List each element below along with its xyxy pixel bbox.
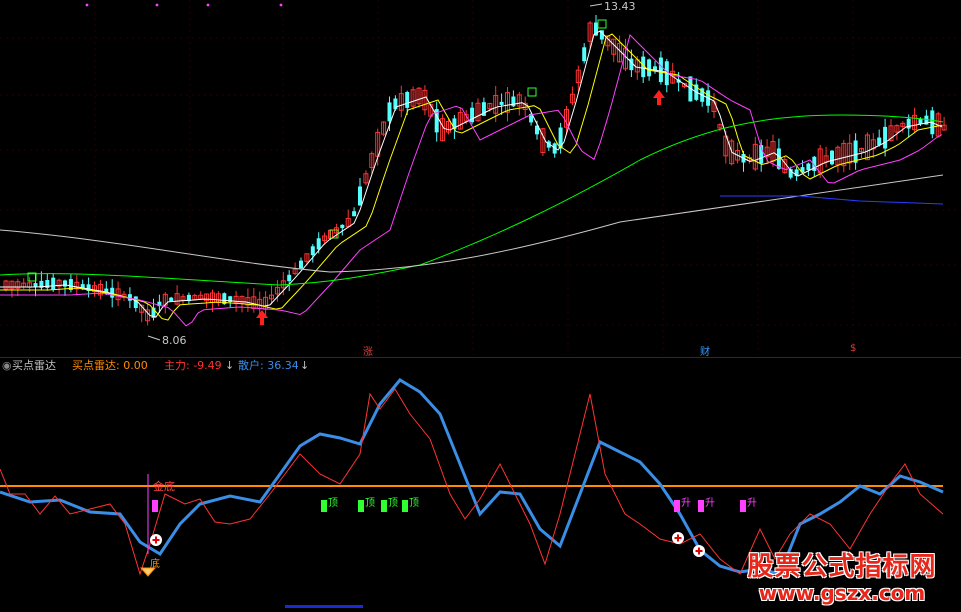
rise-signal-bar bbox=[698, 500, 704, 512]
candle-body bbox=[51, 277, 56, 290]
candle-body bbox=[310, 246, 315, 256]
candle-body bbox=[63, 280, 67, 287]
rise-signal-label: 升 bbox=[681, 497, 691, 509]
top-signal-bar bbox=[321, 500, 327, 512]
ma20-line bbox=[0, 34, 943, 327]
watermark-logo: 股票公式指标网 www.gszx.com bbox=[733, 546, 951, 605]
top-signal-label: 顶 bbox=[409, 497, 419, 509]
signal-flag-icon bbox=[597, 19, 607, 29]
price-chart[interactable]: 13.43 8.06 涨 财 $ bbox=[0, 0, 961, 358]
top-signal-label: 顶 bbox=[365, 497, 375, 509]
ma60-line bbox=[0, 114, 944, 286]
candle-body bbox=[806, 163, 811, 171]
ma5-line bbox=[0, 30, 943, 318]
retail-line bbox=[0, 378, 944, 576]
high-pointer bbox=[589, 3, 603, 7]
main-force-arrow-icon: ↓ bbox=[225, 359, 235, 372]
marker-dot bbox=[155, 3, 159, 7]
top-signal-bar bbox=[381, 500, 387, 512]
ma120-line bbox=[0, 174, 944, 273]
retail-arrow-icon: ↓ bbox=[300, 359, 310, 372]
candle-body bbox=[877, 137, 882, 146]
marker-cai[interactable]: 财 bbox=[700, 343, 710, 358]
gold-bottom-bar bbox=[152, 500, 158, 512]
top-signal-label: 顶 bbox=[328, 497, 338, 509]
watermark-url: www.gszx.com bbox=[758, 581, 926, 605]
rise-signal-label: 升 bbox=[705, 497, 715, 509]
candle-body bbox=[853, 140, 858, 163]
indicator-name[interactable]: 买点雷达 bbox=[12, 358, 56, 374]
candle-body bbox=[110, 287, 115, 298]
indicator-status-bar: ◉ 买点雷达 买点雷达: 0.00 主力: -9.49 ↓ 散户: 36.34 … bbox=[0, 358, 961, 374]
candle-body bbox=[33, 283, 38, 287]
marker-dollar[interactable]: $ bbox=[850, 343, 856, 354]
gold-bottom-label: 金底 bbox=[153, 479, 175, 493]
rise-signal-bar bbox=[740, 500, 746, 512]
top-signal-label: 顶 bbox=[388, 497, 398, 509]
indicator-value: 买点雷达: 0.00 bbox=[72, 359, 148, 372]
bottom-label: 底 bbox=[150, 557, 160, 570]
low-price-label: 8.06 bbox=[162, 334, 187, 347]
candle-body bbox=[340, 224, 345, 229]
retail-value: 散户: 36.34 bbox=[238, 359, 299, 372]
collapse-icon[interactable]: ◉ bbox=[2, 358, 12, 374]
candle-body bbox=[830, 150, 834, 165]
rise-signal-label: 升 bbox=[747, 497, 757, 509]
candle-body bbox=[287, 274, 292, 282]
candle-body bbox=[299, 260, 303, 269]
candle-body bbox=[169, 297, 174, 301]
buy-arrow-icon bbox=[256, 310, 268, 325]
candle-body bbox=[387, 102, 392, 122]
candle-body bbox=[316, 238, 321, 250]
candle-body bbox=[883, 126, 888, 149]
candlestick-svg bbox=[0, 0, 961, 355]
candle-body bbox=[405, 91, 410, 108]
rise-signal-bar bbox=[674, 500, 680, 512]
top-signal-bar bbox=[358, 500, 364, 512]
main-force-value: 主力: -9.49 bbox=[164, 359, 222, 372]
marker-zhang[interactable]: 涨 bbox=[363, 343, 373, 358]
marker-dot bbox=[85, 3, 89, 7]
top-signal-bar bbox=[402, 500, 408, 512]
candle-body bbox=[658, 57, 663, 83]
watermark-title: 股票公式指标网 bbox=[747, 552, 937, 582]
candle-body bbox=[647, 59, 652, 77]
marker-dot bbox=[206, 3, 210, 7]
candle-body bbox=[582, 47, 587, 62]
candle-body bbox=[352, 211, 357, 217]
marker-dot bbox=[279, 3, 283, 7]
candle-body bbox=[358, 186, 362, 206]
high-price-label: 13.43 bbox=[604, 0, 636, 13]
low-pointer bbox=[147, 335, 161, 341]
candle-body bbox=[499, 101, 504, 105]
